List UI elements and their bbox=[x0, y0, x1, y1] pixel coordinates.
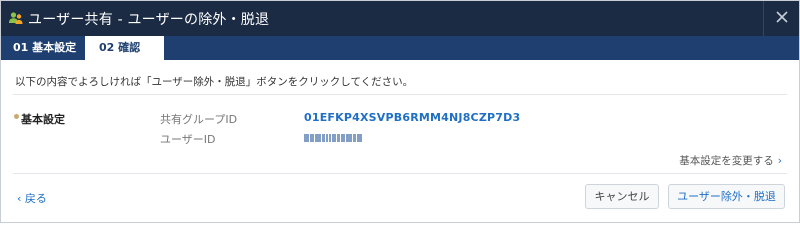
divider bbox=[13, 94, 787, 95]
tab-basic-settings[interactable]: 01 基本設定 bbox=[1, 36, 85, 60]
close-button[interactable] bbox=[763, 1, 799, 36]
redacted-user-id bbox=[304, 133, 362, 142]
field-label-user-id: ユーザーID bbox=[160, 133, 216, 146]
dialog: ユーザー共有 - ユーザーの除外・脱退 01 基本設定 02 確認 以下の内容で… bbox=[0, 0, 800, 223]
tab-bar: 01 基本設定 02 確認 bbox=[1, 36, 799, 60]
change-settings-label: 基本設定を変更する bbox=[679, 155, 774, 167]
dialog-titlebar: ユーザー共有 - ユーザーの除外・脱退 bbox=[1, 1, 799, 36]
tab-confirm[interactable]: 02 確認 bbox=[85, 36, 164, 60]
cancel-button[interactable]: キャンセル bbox=[585, 184, 659, 209]
back-link[interactable]: ‹ 戻る bbox=[17, 190, 47, 206]
change-settings-link[interactable]: 基本設定を変更する › bbox=[679, 153, 782, 168]
remove-user-button[interactable]: ユーザー除外・脱退 bbox=[668, 184, 785, 209]
dialog-title: ユーザー共有 - ユーザーの除外・脱退 bbox=[28, 12, 270, 28]
back-label: 戻る bbox=[24, 192, 47, 205]
section-label: 基本設定 bbox=[21, 113, 65, 126]
field-label-group-id: 共有グループID bbox=[160, 113, 238, 126]
instruction-text: 以下の内容でよろしければ「ユーザー除外・脱退」ボタンをクリックしてください。 bbox=[15, 76, 414, 88]
chevron-left-icon: ‹ bbox=[17, 192, 25, 205]
field-value-group-id: 01EFKP4XSVPB6RMM4NJ8CZP7D3 bbox=[304, 111, 521, 124]
divider bbox=[13, 173, 787, 174]
section-bullet-icon bbox=[14, 114, 19, 119]
close-icon bbox=[775, 9, 789, 28]
chevron-right-icon: › bbox=[777, 155, 782, 167]
users-icon bbox=[8, 10, 24, 26]
